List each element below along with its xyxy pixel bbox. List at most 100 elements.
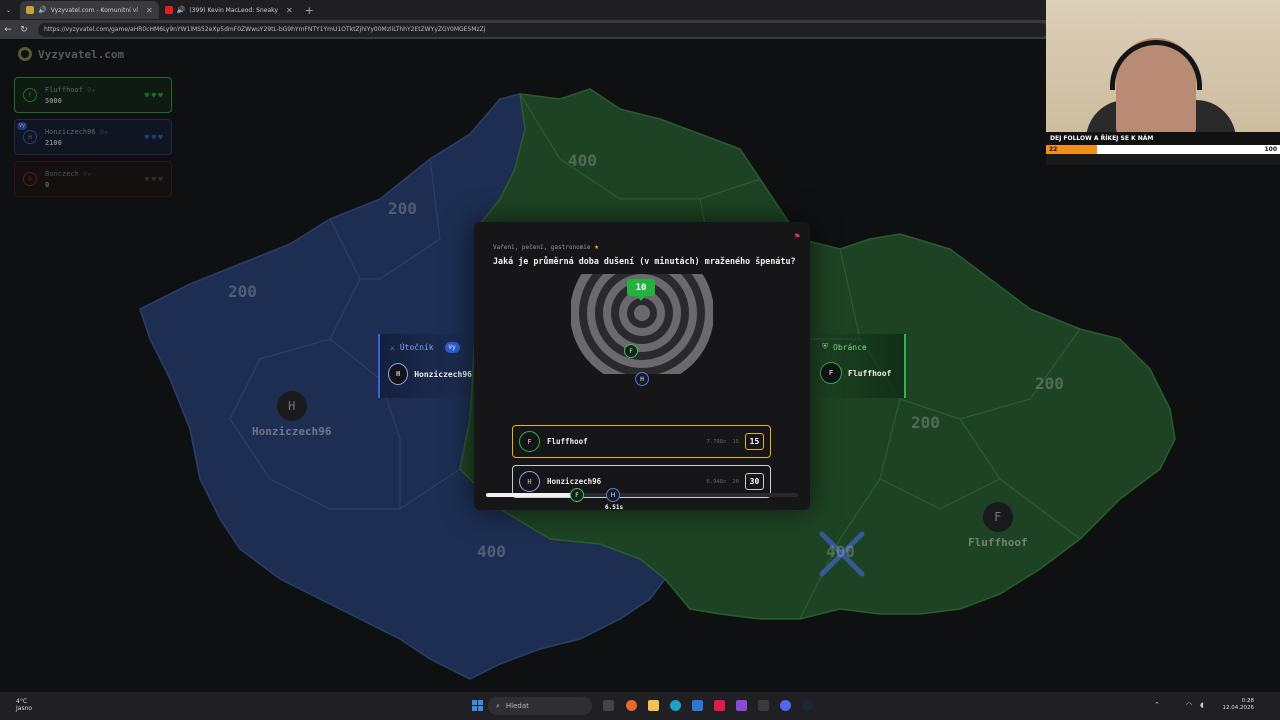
browser-icon[interactable] — [626, 700, 637, 711]
player-card-fluffhoof[interactable]: F Fluffhoof 0★ 5000 ♥ ♥ ♥ — [14, 77, 172, 113]
reload-icon[interactable]: ↻ — [16, 25, 32, 35]
webcam-overlay: DEJ FOLLOW A ŘÍKEJ SE K NÁM 22 100 — [1046, 0, 1280, 165]
site-favicon-icon — [26, 6, 34, 14]
result-name: Fluffhoof — [547, 437, 588, 446]
avatar: B — [23, 172, 37, 186]
defender-label: Obránce — [833, 342, 867, 352]
store-icon[interactable] — [692, 700, 703, 711]
lives: ♥ ♥ ♥ — [145, 91, 163, 100]
player-score: 2100 — [45, 138, 62, 147]
player-score: 0 — [45, 180, 50, 189]
task-view-icon[interactable] — [603, 700, 614, 711]
region-value: 200 — [388, 199, 417, 218]
base-name: Honziczech96 — [252, 425, 332, 438]
region-value: 400 — [568, 151, 597, 170]
follow-goal-bar: 22 100 — [1046, 145, 1280, 154]
avatar: H — [519, 471, 540, 492]
url-field[interactable]: https://vyzyvatel.com/game/aHR0cHM6Ly9nY… — [38, 22, 1048, 37]
site-logo[interactable]: Vyzyvatel.com — [18, 47, 124, 61]
base-fluffhoof: F Fluffhoof — [968, 502, 1028, 549]
region-value: 400 — [826, 542, 855, 561]
time-track-fill — [486, 493, 577, 497]
time-track — [486, 493, 798, 497]
region-value: 200 — [228, 282, 257, 301]
answer-guess: 20 — [732, 478, 739, 485]
tray-chevron-icon[interactable]: ⌃ — [1154, 701, 1160, 709]
result-name: Honziczech96 — [547, 477, 602, 486]
taskbar-search[interactable]: ⌕ Hledat — [488, 697, 592, 715]
search-icon: ⌕ — [496, 701, 500, 710]
player-score: 5000 — [45, 96, 62, 105]
avatar: H — [23, 130, 37, 144]
defender-card: ⛨ Obránce F Fluffhoof — [812, 334, 906, 398]
lives: ♥ ♥ ♥ — [145, 133, 163, 142]
network-icon[interactable]: ◠ — [1186, 701, 1192, 709]
logo-text: Vyzyvatel.com — [38, 47, 125, 61]
webcam-bottom — [1046, 154, 1280, 165]
base-avatar: H — [276, 391, 307, 421]
heart-icon: ♥ — [144, 90, 150, 100]
avatar: F — [519, 431, 540, 452]
player-card-honziczech96[interactable]: Vy H Honziczech96 0★ 2100 ♥ ♥ ♥ — [14, 119, 172, 155]
clock-date: 12.04.2026 — [1222, 705, 1255, 711]
player-card-bonczech[interactable]: B Bonczech 0★ 0 ♥ ♥ ♥ — [14, 161, 172, 197]
correct-answer-badge: 10 — [627, 279, 655, 301]
steam-icon[interactable] — [802, 700, 813, 711]
discord-icon[interactable] — [780, 700, 791, 711]
heart-icon: ♥ — [144, 132, 150, 142]
weather-widget[interactable]: 4°C Jasno — [16, 698, 32, 712]
tab-title: (399) Kevin MacLeod: Sneaky — [189, 6, 278, 14]
screen: ⌄ 🔊 Vyzyvatel.com - Komunitní ví ✕ 🔊 (39… — [0, 0, 1280, 720]
taskbar: 4°C Jasno ⌕ Hledat ⌃ ◠ ◖ 0:28 12.04.2026 — [0, 692, 1280, 720]
address-bar: ← ↻ https://vyzyvatel.com/game/aHR0cHM6L… — [0, 20, 1048, 39]
attacker-label: Útočník — [399, 343, 434, 352]
player-level: 0★ — [99, 127, 109, 136]
tab-title: Vyzyvatel.com - Komunitní ví — [50, 6, 138, 14]
heart-icon: ♥ — [144, 174, 150, 184]
lives: ♥ ♥ ♥ — [145, 175, 163, 184]
tab-list-button[interactable]: ⌄ — [0, 1, 20, 19]
close-tab-icon[interactable]: ✕ — [286, 6, 293, 15]
region-value: 200 — [911, 413, 940, 432]
answer-guess: 15 — [732, 438, 739, 445]
player-name: Bonczech — [45, 169, 79, 178]
app-icon[interactable] — [758, 700, 769, 711]
heart-icon: ♥ — [151, 90, 157, 100]
base-honziczech96: H Honziczech96 — [252, 391, 331, 438]
answer-time: 7.798s — [706, 438, 727, 445]
report-flag-icon[interactable]: ⚑ — [795, 232, 800, 242]
answer-time: 6.948s — [706, 478, 727, 485]
edge-icon[interactable] — [670, 700, 681, 711]
result-row-fluffhoof: F Fluffhoof 7.798s 15 15 — [512, 425, 771, 458]
avatar: F — [23, 88, 37, 102]
app-icon[interactable] — [714, 700, 725, 711]
tab-youtube[interactable]: 🔊 (399) Kevin MacLeod: Sneaky ✕ — [159, 1, 299, 19]
heart-icon: ♥ — [158, 132, 163, 142]
browser-tab-bar: ⌄ 🔊 Vyzyvatel.com - Komunitní ví ✕ 🔊 (39… — [0, 0, 1048, 20]
twitch-icon[interactable] — [736, 700, 747, 711]
guess-pin-fluffhoof: F — [624, 344, 638, 358]
avatar: H — [388, 363, 409, 385]
clock[interactable]: 0:28 12.04.2026 — [1223, 698, 1255, 712]
weather-temp: 4°C — [16, 698, 28, 705]
youtube-favicon-icon — [164, 6, 173, 14]
player-list: F Fluffhoof 0★ 5000 ♥ ♥ ♥ Vy H Honziczech9… — [14, 77, 172, 203]
logo-gear-icon — [18, 47, 32, 61]
windows-start-icon[interactable] — [472, 700, 483, 711]
player-name: Honziczech96 — [45, 127, 96, 136]
question-modal: ⚑ Vaření, pečení, gastronomie ★ Jaká je … — [474, 222, 810, 510]
new-tab-button[interactable]: + — [299, 4, 320, 17]
player-name: Fluffhoof — [45, 85, 83, 94]
clock-time: 0:28 — [1241, 698, 1254, 704]
region-value: 400 — [477, 542, 506, 561]
heart-icon: ♥ — [151, 132, 157, 142]
speaker-icon: 🔊 — [38, 6, 47, 14]
heart-icon: ♥ — [151, 174, 157, 184]
back-arrow-icon[interactable]: ← — [0, 25, 16, 35]
attacker-name: Honziczech96 — [414, 369, 472, 379]
folder-icon[interactable] — [648, 700, 659, 711]
volume-icon[interactable]: ◖ — [1200, 701, 1204, 709]
tab-vyzyvatel[interactable]: 🔊 Vyzyvatel.com - Komunitní ví ✕ — [20, 1, 159, 19]
close-tab-icon[interactable]: ✕ — [146, 6, 153, 15]
defender-name: Fluffhoof — [848, 368, 892, 378]
